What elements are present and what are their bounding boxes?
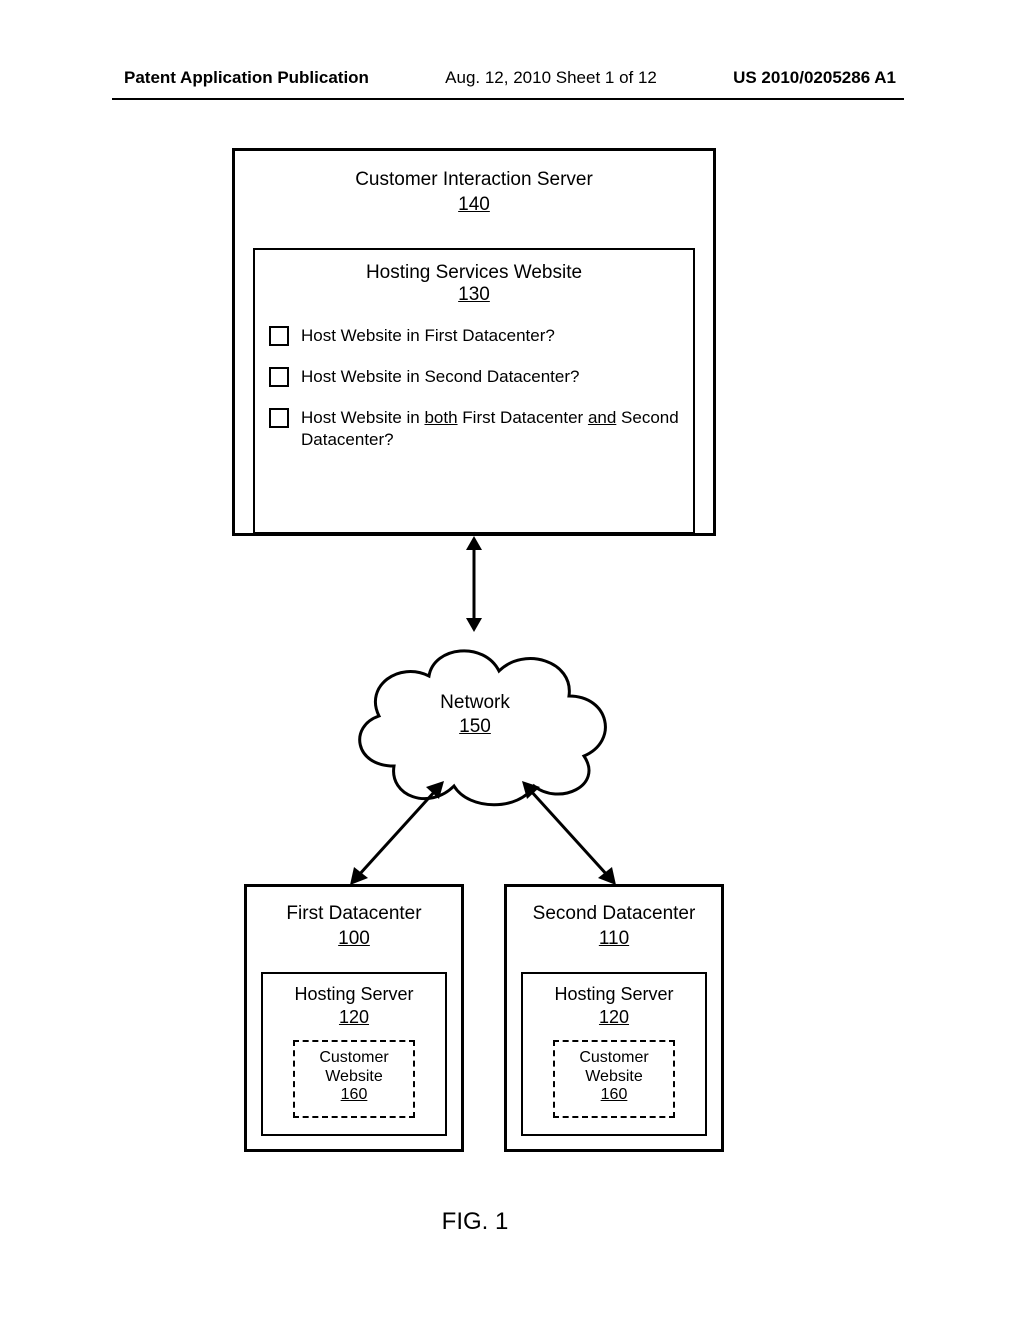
header-publication-number: US 2010/0205286 A1 bbox=[733, 68, 896, 88]
website-ref-130: 130 bbox=[269, 284, 679, 306]
first-dc-title: First Datacenter bbox=[261, 903, 447, 925]
figure-1-diagram: Customer Interaction Server 140 Hosting … bbox=[220, 148, 730, 1158]
checkbox-icon[interactable] bbox=[269, 326, 289, 346]
hosting-server-box: Hosting Server 120 Customer Website 160 bbox=[261, 972, 447, 1136]
header-rule bbox=[112, 98, 904, 100]
website-title: Hosting Services Website bbox=[269, 262, 679, 284]
customer-interaction-server-box: Customer Interaction Server 140 Hosting … bbox=[232, 148, 716, 536]
checkbox-icon[interactable] bbox=[269, 367, 289, 387]
first-dc-ref-100: 100 bbox=[338, 928, 370, 950]
option-second-datacenter: Host Website in Second Datacenter? bbox=[269, 366, 679, 388]
customer-website-line2: Website bbox=[295, 1067, 413, 1086]
checkbox-icon[interactable] bbox=[269, 408, 289, 428]
hosting-server-ref-120: 120 bbox=[339, 1007, 369, 1028]
hosting-server-ref-120: 120 bbox=[599, 1007, 629, 1028]
second-dc-ref-110: 110 bbox=[599, 928, 629, 950]
customer-website-line1: Customer bbox=[555, 1048, 673, 1067]
second-datacenter-box: Second Datacenter 110 Hosting Server 120… bbox=[504, 884, 724, 1152]
customer-website-box: Customer Website 160 bbox=[293, 1040, 415, 1118]
arrow-network-second-dc bbox=[516, 778, 626, 890]
network-label: Network bbox=[220, 692, 730, 714]
network-ref-150: 150 bbox=[220, 716, 730, 738]
hosting-services-website-box: Hosting Services Website 130 Host Websit… bbox=[253, 248, 695, 534]
second-dc-title: Second Datacenter bbox=[521, 903, 707, 925]
hosting-server-box: Hosting Server 120 Customer Website 160 bbox=[521, 972, 707, 1136]
arrow-network-first-dc bbox=[340, 778, 450, 890]
server-ref-140: 140 bbox=[458, 194, 490, 216]
option-first-datacenter: Host Website in First Datacenter? bbox=[269, 325, 679, 347]
customer-website-line2: Website bbox=[555, 1067, 673, 1086]
option-label: Host Website in First Datacenter? bbox=[301, 325, 555, 347]
figure-label: FIG. 1 bbox=[220, 1208, 730, 1236]
customer-website-ref-160: 160 bbox=[341, 1086, 368, 1103]
customer-website-box: Customer Website 160 bbox=[553, 1040, 675, 1118]
option-both-datacenters: Host Website in both First Datacenter an… bbox=[269, 407, 679, 451]
first-datacenter-box: First Datacenter 100 Hosting Server 120 … bbox=[244, 884, 464, 1152]
option-label: Host Website in both First Datacenter an… bbox=[301, 407, 679, 451]
header-date-sheet: Aug. 12, 2010 Sheet 1 of 12 bbox=[445, 68, 657, 88]
header-publication-label: Patent Application Publication bbox=[124, 68, 369, 88]
hosting-server-title: Hosting Server bbox=[275, 984, 433, 1005]
option-label: Host Website in Second Datacenter? bbox=[301, 366, 579, 388]
page-header: Patent Application Publication Aug. 12, … bbox=[0, 68, 1024, 88]
server-title: Customer Interaction Server bbox=[253, 169, 695, 191]
hosting-server-title: Hosting Server bbox=[535, 984, 693, 1005]
customer-website-line1: Customer bbox=[295, 1048, 413, 1067]
customer-website-ref-160: 160 bbox=[601, 1086, 628, 1103]
